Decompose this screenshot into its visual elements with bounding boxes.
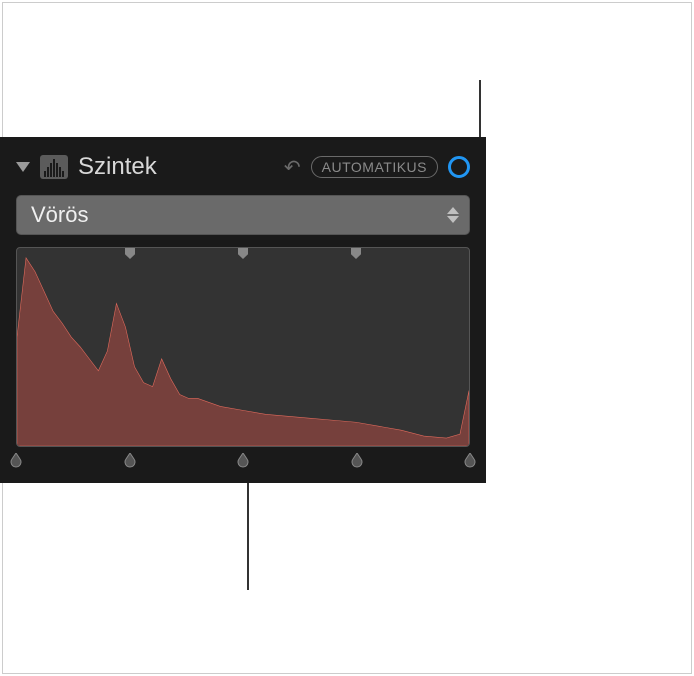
enable-toggle[interactable] <box>448 156 470 178</box>
levels-panel: Szintek ↶ AUTOMATIKUS Vörös <box>0 137 486 483</box>
auto-button[interactable]: AUTOMATIKUS <box>311 156 438 178</box>
histogram-slider-track <box>16 453 470 471</box>
stepper-icon[interactable] <box>447 207 459 223</box>
channel-select-label: Vörös <box>31 202 88 228</box>
histogram <box>16 247 470 447</box>
panel-title: Szintek <box>78 153 274 181</box>
chevron-down-icon <box>447 216 459 223</box>
histogram-slider-handle[interactable] <box>350 453 364 469</box>
histogram-chart <box>17 248 469 446</box>
chevron-up-icon <box>447 207 459 214</box>
channel-select[interactable]: Vörös <box>16 195 470 235</box>
histogram-slider-handle[interactable] <box>236 453 250 469</box>
panel-header: Szintek ↶ AUTOMATIKUS <box>16 149 470 185</box>
histogram-slider-handle[interactable] <box>463 453 477 469</box>
undo-icon[interactable]: ↶ <box>284 155 301 180</box>
histogram-slider-handle[interactable] <box>9 453 23 469</box>
disclosure-triangle-icon[interactable] <box>16 162 30 172</box>
levels-icon <box>40 155 68 179</box>
histogram-slider-handle[interactable] <box>123 453 137 469</box>
